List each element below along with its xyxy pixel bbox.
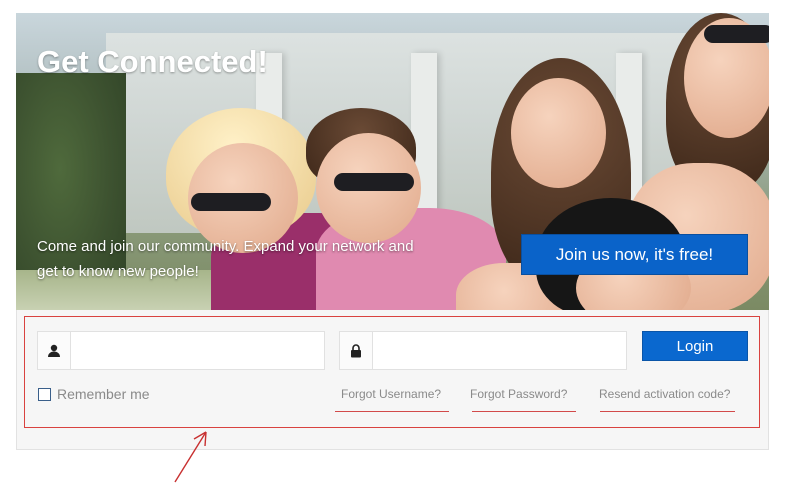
remember-me: Remember me [38,386,150,402]
resend-activation-link[interactable]: Resend activation code? [599,387,730,401]
forgot-username-link[interactable]: Forgot Username? [341,387,441,401]
sunglasses-icon [704,25,769,43]
person-face [511,78,606,188]
hero-description-line: Come and join our community. Expand your… [37,238,414,255]
login-button[interactable]: Login [642,331,748,361]
sunglasses-icon [334,173,414,191]
sunglasses-icon [191,193,271,211]
remember-me-label[interactable]: Remember me [57,386,150,402]
annotation-underline [472,411,576,412]
username-field [37,331,325,370]
annotation-arrow-icon [174,431,207,483]
password-input[interactable] [373,332,626,369]
username-input[interactable] [71,332,324,369]
hero-description-line: get to know new people! [37,263,199,280]
annotation-underline [600,411,735,412]
annotation-underline [335,411,449,412]
password-field [339,331,627,370]
page-title: Get Connected! [37,44,268,79]
forgot-password-link[interactable]: Forgot Password? [470,387,567,401]
remember-me-checkbox[interactable] [38,387,51,401]
hero-description: Come and join our community. Expand your… [37,234,437,284]
join-button[interactable]: Join us now, it's free! [521,234,748,275]
user-icon [38,332,71,369]
lock-icon [340,332,373,369]
